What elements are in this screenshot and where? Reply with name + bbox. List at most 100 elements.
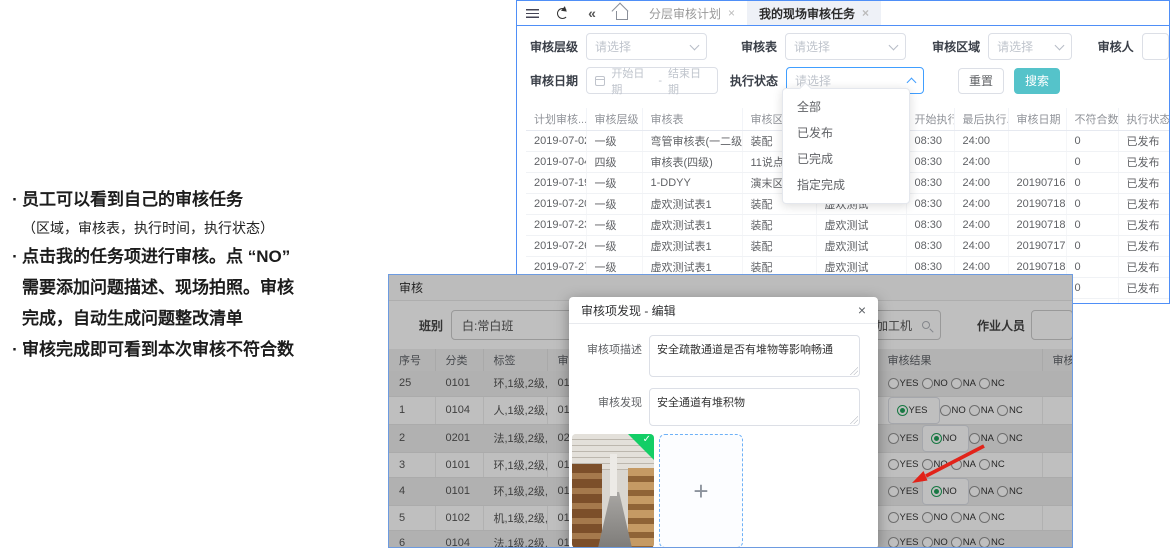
photo-thumbnail[interactable]: ✓ [572, 434, 654, 548]
bullet-icon: · [8, 334, 22, 365]
table-cell: 0 [1066, 298, 1118, 304]
note-text: 完成，自动生成问题整改清单 [22, 309, 243, 328]
table-cell: 0 [1066, 256, 1118, 277]
table-cell: 0 [1066, 277, 1118, 298]
note-line: 需要添加问题描述、现场拍照。审核 [8, 272, 408, 303]
reset-button[interactable]: 重置 [958, 68, 1004, 94]
table-cell [1008, 130, 1066, 151]
table-cell: 一级 [586, 130, 642, 151]
column-header: 审核日期 [1008, 108, 1066, 130]
note-line: 完成，自动生成问题整改清单 [8, 303, 408, 334]
item-desc-textarea[interactable]: 安全疏散通道是否有堆物等影响畅通 [649, 335, 860, 377]
search-button[interactable]: 搜索 [1014, 68, 1060, 94]
table-cell: 24:00 [954, 214, 1008, 235]
tab-layered-audit-plan[interactable]: 分层审核计划 × [637, 1, 747, 25]
tab-label: 我的现场审核任务 [759, 5, 855, 22]
tab-close-icon[interactable]: × [728, 6, 735, 20]
audit-area-label: 审核区域 [932, 38, 980, 55]
check-icon: ✓ [643, 434, 651, 445]
column-header: 开始执行... [906, 108, 954, 130]
table-cell: 0 [1066, 214, 1118, 235]
note-text: 需要添加问题描述、现场拍照。审核 [22, 278, 294, 297]
tab-close-icon[interactable]: × [862, 6, 869, 20]
audit-table-label: 审核表 [741, 38, 777, 55]
menu-icon[interactable] [517, 1, 547, 25]
table-cell: 08:30 [906, 172, 954, 193]
chevron-up-icon [907, 78, 917, 88]
refresh-icon[interactable] [547, 1, 577, 25]
bullet-icon: · [8, 184, 22, 215]
status-dropdown-panel: 全部已发布已完成指定完成 [782, 88, 910, 204]
item-desc-label: 审核项描述 [569, 335, 649, 377]
note-text: （区域，审核表，执行时间，执行状态） [22, 220, 274, 236]
table-cell: 24:00 [954, 235, 1008, 256]
note-line: ·审核完成即可看到本次审核不符合数 [8, 334, 408, 365]
window-toolbar: « 分层审核计划 × 我的现场审核任务 × [517, 1, 1169, 26]
audit-area-select[interactable]: 请选择 [988, 33, 1072, 60]
table-cell: 审核表(四级) [642, 151, 742, 172]
collapse-icon[interactable]: « [577, 1, 607, 25]
dropdown-option[interactable]: 已完成 [783, 146, 909, 172]
photo-shelf [628, 468, 654, 548]
audit-date-range-input[interactable]: 开始日期 - 结束日期 [586, 67, 718, 94]
table-cell: 20190716 [1008, 172, 1066, 193]
table-cell: 四级 [586, 151, 642, 172]
modal-title: 审核项发现 - 编辑 [581, 302, 676, 319]
finding-edit-modal: 审核项发现 - 编辑 × 审核项描述 安全疏散通道是否有堆物等影响畅通 审核发现… [569, 297, 878, 548]
dropdown-option[interactable]: 指定完成 [783, 172, 909, 198]
table-row[interactable]: 2019-07-23一级虚欢测试表1装配虚欢测试08:3024:00201907… [526, 214, 1170, 235]
note-line: ·员工可以看到自己的审核任务 [8, 184, 408, 215]
table-cell: 已发布 [1118, 298, 1170, 304]
table-cell: 0 [1066, 130, 1118, 151]
column-header: 不符合数 [1066, 108, 1118, 130]
table-cell: 已发布 [1118, 172, 1170, 193]
tab-my-field-audit-tasks[interactable]: 我的现场审核任务 × [747, 1, 881, 25]
column-header: 执行状态 [1118, 108, 1170, 130]
column-header: 审核表 [642, 108, 742, 130]
table-cell: 装配 [742, 214, 816, 235]
table-cell: 0 [1066, 172, 1118, 193]
note-line: ·点击我的任务项进行审核。点 “NO” [8, 241, 408, 272]
table-cell: 虚欢测试 [816, 214, 906, 235]
finding-textarea[interactable]: 安全通道有堆积物 [649, 388, 860, 426]
auditor-input[interactable] [1142, 33, 1169, 60]
table-cell: 0 [1066, 151, 1118, 172]
dropdown-option[interactable]: 全部 [783, 94, 909, 120]
table-cell: 24:00 [954, 130, 1008, 151]
bullet-icon: · [8, 241, 22, 272]
dropdown-option[interactable]: 已发布 [783, 120, 909, 146]
resize-grip-icon[interactable] [850, 367, 858, 375]
table-cell [1008, 151, 1066, 172]
table-cell: 1-DDYY [642, 172, 742, 193]
table-cell: 08:30 [906, 235, 954, 256]
table-cell: 08:30 [906, 151, 954, 172]
table-cell: 24:00 [954, 151, 1008, 172]
screenshot-canvas: ·员工可以看到自己的审核任务（区域，审核表，执行时间，执行状态）·点击我的任务项… [0, 0, 1170, 548]
table-row[interactable]: 2019-07-26一级虚欢测试表1装配虚欢测试08:3024:00201907… [526, 235, 1170, 256]
table-cell: 2019-07-26 [526, 235, 586, 256]
audit-date-label: 审核日期 [530, 72, 578, 89]
table-cell: 2019-07-23 [526, 214, 586, 235]
photo-column [610, 454, 617, 496]
table-cell: 已发布 [1118, 214, 1170, 235]
close-icon[interactable]: × [858, 303, 866, 317]
plus-icon: + [693, 476, 708, 507]
resize-grip-icon[interactable] [850, 416, 858, 424]
table-cell: 20190717 [1008, 235, 1066, 256]
upload-add-button[interactable]: + [659, 434, 743, 548]
audit-level-select[interactable]: 请选择 [586, 33, 707, 60]
column-header: 最后执行... [954, 108, 1008, 130]
audit-table-select[interactable]: 请选择 [785, 33, 906, 60]
table-cell: 24:00 [954, 172, 1008, 193]
table-cell: 一级 [586, 172, 642, 193]
chevron-down-icon [1054, 40, 1064, 50]
table-cell: 2019-07-19 [526, 172, 586, 193]
table-cell: 装配 [742, 235, 816, 256]
table-cell: 0 [1066, 193, 1118, 214]
table-cell: 虚欢测试 [816, 235, 906, 256]
column-header: 计划审核... [526, 108, 586, 130]
annotation-notes: ·员工可以看到自己的审核任务（区域，审核表，执行时间，执行状态）·点击我的任务项… [8, 184, 408, 365]
home-icon[interactable] [607, 1, 637, 25]
note-text: 员工可以看到自己的审核任务 [22, 190, 243, 209]
exec-status-label: 执行状态 [730, 72, 778, 89]
